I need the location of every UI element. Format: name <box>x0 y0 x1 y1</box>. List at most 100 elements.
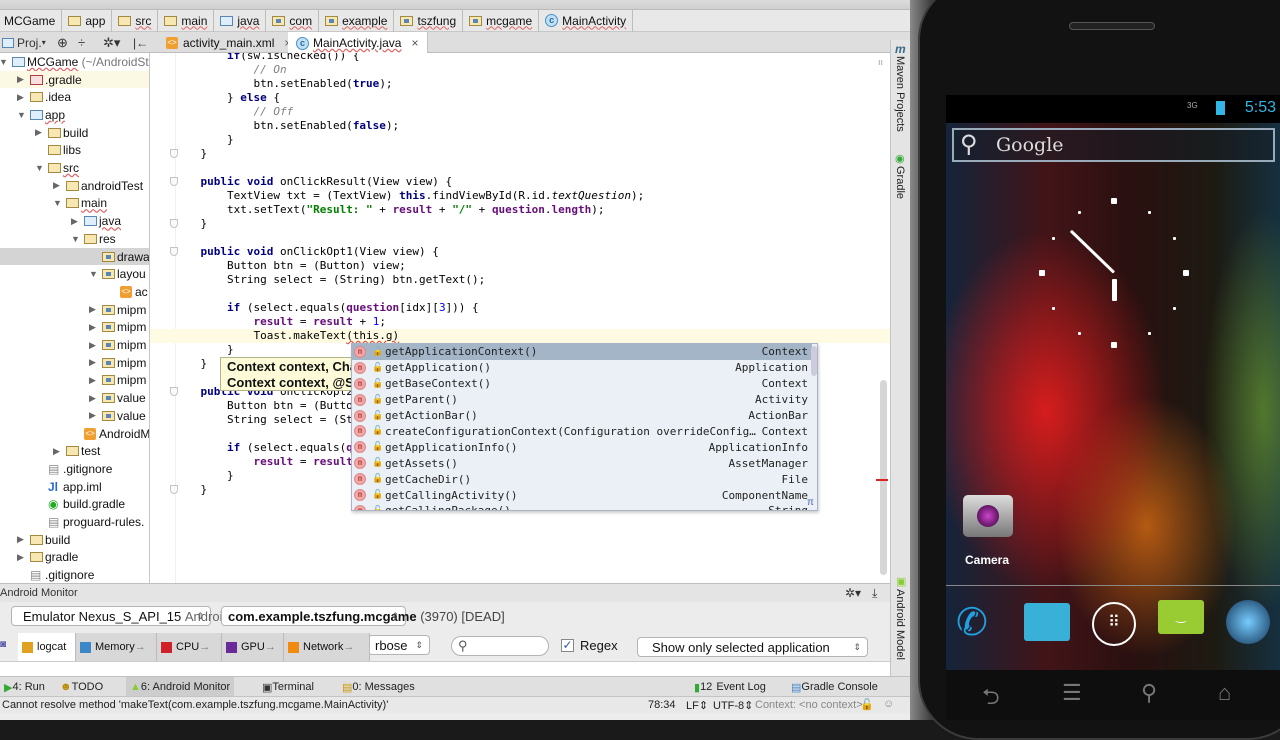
expand-right-icon[interactable]: ▶ <box>89 393 99 404</box>
tree-item[interactable]: ▶ mipm <box>0 319 149 337</box>
locate-icon[interactable]: ⊕ <box>57 32 68 53</box>
fold-marker-icon[interactable] <box>170 387 178 396</box>
expand-right-icon[interactable]: ▶ <box>17 92 27 103</box>
code-line[interactable]: public void onClickResult(View view) { <box>174 175 453 189</box>
monitor-tab-logcat[interactable]: logcat <box>18 633 76 661</box>
tree-item[interactable]: ▼ app <box>0 106 149 124</box>
code-line[interactable]: TextView txt = (TextView) this.findViewB… <box>174 189 644 203</box>
tab-mainactivity-java[interactable]: c MainActivity.java × <box>288 32 428 54</box>
tree-item[interactable]: ▶ .idea <box>0 88 149 106</box>
context-indicator[interactable]: Context: <no context> <box>755 699 863 711</box>
app-drawer-icon[interactable]: ⠿ <box>1092 602 1136 646</box>
tree-item[interactable]: ▶ java <box>0 212 149 230</box>
editor-scrollbar[interactable] <box>880 380 887 575</box>
pin-icon[interactable]: → <box>265 641 276 653</box>
tree-item[interactable]: ▶ value <box>0 389 149 407</box>
back-icon[interactable]: ⮌ <box>982 680 1000 718</box>
messaging-icon[interactable]: ‿ <box>1158 600 1204 634</box>
tree-item[interactable]: drawa <box>0 247 149 266</box>
tree-item[interactable]: ▶ test <box>0 442 149 460</box>
monitor-tab-cpu[interactable]: CPU → <box>157 633 222 661</box>
monitor-tab-memory[interactable]: Memory → <box>76 633 157 661</box>
code-line[interactable]: } <box>174 483 207 497</box>
completion-item[interactable]: m 🔓 getApplicationContext() Context <box>352 344 812 360</box>
caret-position[interactable]: 78:34 <box>648 699 676 711</box>
completion-item[interactable]: m 🔓 getAssets() AssetManager <box>352 455 812 471</box>
tree-item[interactable]: ▼ res <box>0 230 149 248</box>
encoding[interactable]: UTF-8⇕ <box>713 699 753 712</box>
code-line[interactable]: public void onClickOpt1(View view) { <box>174 245 439 259</box>
device-selector[interactable]: Emulator Nexus_S_API_15 Android 4.0.4, A… <box>11 606 308 626</box>
breadcrumb-mainactivity[interactable]: c MainActivity <box>541 9 634 32</box>
expand-right-icon[interactable]: ▶ <box>89 322 99 333</box>
toolwindow--run[interactable]: ▶ 4: Run <box>0 677 49 697</box>
fold-marker-icon[interactable] <box>170 247 178 256</box>
tree-item[interactable]: ▶ mipm <box>0 354 149 372</box>
google-search-bar[interactable]: ⚲ Google <box>952 128 1275 162</box>
android-model-button[interactable]: Android Model <box>894 589 906 660</box>
emulator-screen[interactable]: 3G 5:53 ⚲ Google Camera ✆ ⠿ ‿ <box>946 95 1280 670</box>
completion-item[interactable]: m 🔓 getApplicationInfo() ApplicationInfo <box>352 439 812 455</box>
gear-icon[interactable]: ✲▾ <box>103 32 120 53</box>
toolwindow-gradle-console[interactable]: ▤ Gradle Console <box>787 677 882 697</box>
fold-marker-icon[interactable] <box>170 149 178 158</box>
process-selector[interactable]: com.example.tszfung.mcgame (3970) [DEAD]… <box>221 606 505 626</box>
fold-marker-icon[interactable] <box>170 485 178 494</box>
completion-item[interactable]: m 🔓 getCallingPackage() String <box>352 503 812 510</box>
expand-right-icon[interactable]: ▶ <box>89 375 99 386</box>
breadcrumb-src[interactable]: src <box>114 9 159 32</box>
tree-item[interactable]: ▶ mipm <box>0 301 149 319</box>
completion-item[interactable]: m 🔓 createConfigurationContext(Configurati… <box>352 424 812 440</box>
code-line[interactable]: } <box>174 469 234 483</box>
minimize-icon[interactable]: ⤓ <box>872 586 877 601</box>
completion-item[interactable]: m 🔓 getApplication() Application <box>352 360 812 376</box>
error-stripe-mark[interactable] <box>876 479 888 481</box>
tree-item[interactable]: ▶ mipm <box>0 372 149 390</box>
completion-item[interactable]: m 🔓 getParent() Activity <box>352 392 812 408</box>
regex-checkbox[interactable]: ✓ Regex <box>561 638 618 653</box>
completion-item[interactable]: m 🔓 getActionBar() ActionBar <box>352 408 812 424</box>
breadcrumb-main[interactable]: main <box>160 9 215 32</box>
monitor-tab-gpu[interactable]: GPU → <box>222 633 284 661</box>
monitor-tab-network[interactable]: Network → <box>284 633 370 661</box>
completion-item[interactable]: m 🔓 getCallingActivity() ComponentName <box>352 487 812 503</box>
code-line[interactable]: // On <box>174 63 286 77</box>
code-line[interactable]: } <box>174 147 207 161</box>
pi-icon[interactable]: π <box>807 497 814 508</box>
tab-activity-main-xml[interactable]: <>activity_main.xml× <box>158 32 301 53</box>
tree-item[interactable]: ▼ src <box>0 159 149 177</box>
completion-item[interactable]: m 🔓 getCacheDir() File <box>352 471 812 487</box>
tree-item[interactable]: ▼ MCGame (~/AndroidSt <box>0 53 149 71</box>
code-line[interactable]: Button btn = (Button) view; <box>174 259 406 273</box>
hide-icon[interactable]: |← <box>133 32 148 53</box>
home-icon[interactable]: ⌂ <box>1218 680 1231 706</box>
tree-item[interactable]: ▤ proguard-rules. <box>0 513 149 531</box>
fold-marker-icon[interactable] <box>170 177 178 186</box>
expand-down-icon[interactable]: ▼ <box>53 198 63 208</box>
popup-scrollbar[interactable] <box>811 346 817 376</box>
code-line[interactable]: } <box>174 133 234 147</box>
code-line[interactable]: result = result + 1; <box>174 315 386 329</box>
breadcrumb-tszfung[interactable]: tszfung <box>396 9 464 32</box>
code-completion-popup[interactable]: m 🔓 getApplicationContext() Context m 🔓 getApp… <box>351 343 818 511</box>
code-line[interactable]: if (select.equals(question[idx][3])) { <box>174 301 479 315</box>
tree-item[interactable]: ▶ build <box>0 124 149 142</box>
tree-item[interactable]: libs <box>0 142 149 160</box>
breadcrumb-app[interactable]: app <box>64 9 113 32</box>
code-line[interactable]: String select = (String) btn.getText(); <box>174 273 485 287</box>
contacts-icon[interactable] <box>1024 603 1070 641</box>
expand-right-icon[interactable]: ▶ <box>35 127 45 138</box>
log-level-selector[interactable]: rbose ⇕ <box>368 635 430 655</box>
expand-down-icon[interactable]: ▼ <box>89 269 99 279</box>
tree-item[interactable]: <> ac <box>0 283 149 301</box>
tree-item[interactable]: ▼ main <box>0 195 149 213</box>
code-line[interactable]: txt.setText("Result: " + result + "/" + … <box>174 203 605 217</box>
tree-item[interactable]: ▶ build <box>0 531 149 549</box>
expand-down-icon[interactable]: ▼ <box>0 57 9 67</box>
breadcrumb-example[interactable]: example <box>321 9 395 32</box>
line-separator[interactable]: LF⇕ <box>686 699 708 712</box>
expand-right-icon[interactable]: ▶ <box>89 340 99 351</box>
tree-item[interactable]: ▤ .gitignore <box>0 566 149 583</box>
camera-label[interactable]: Camera <box>965 553 1009 567</box>
breadcrumb-mcgame[interactable]: MCGame <box>0 9 63 32</box>
